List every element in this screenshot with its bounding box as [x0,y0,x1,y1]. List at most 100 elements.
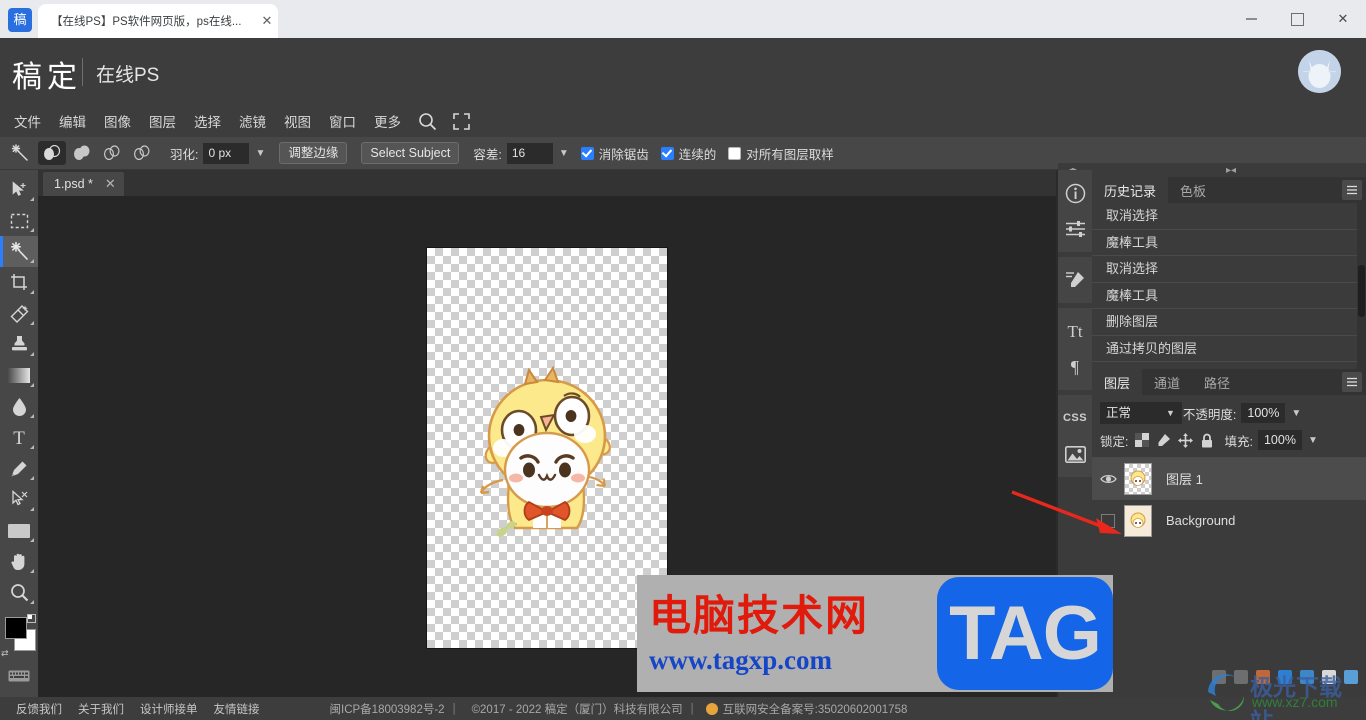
tab-swatches[interactable]: 色板 [1168,177,1218,203]
opacity-label: 不透明度: [1182,407,1237,422]
intersect-selection-button[interactable] [128,141,156,165]
menu-more[interactable]: 更多 [365,107,410,135]
svg-text:T: T [13,428,25,447]
brush-presets-icon[interactable] [1058,262,1092,298]
menu-select[interactable]: 选择 [185,107,230,135]
lock-all-icon[interactable] [1200,433,1214,448]
add-to-selection-button[interactable] [68,141,96,165]
history-list[interactable]: 取消选择 魔棒工具 取消选择 魔棒工具 删除图层 通过拷贝的图层 [1092,203,1366,369]
artboard[interactable] [427,248,667,648]
tolerance-input[interactable] [506,142,553,164]
image-icon[interactable] [1058,436,1092,472]
blur-tool[interactable] [0,391,38,422]
collapse-panels-icon[interactable]: ▸◂ [1226,165,1236,176]
opacity-chevron-icon[interactable]: ▼ [1291,408,1301,419]
lock-position-icon[interactable] [1178,432,1194,448]
swap-colors-icon[interactable]: ⇄ [1,648,9,659]
close-icon[interactable]: ✕ [256,13,278,29]
history-item[interactable]: 魔棒工具 [1092,283,1366,309]
footer-link-feedback[interactable]: 反馈我们 [16,701,62,717]
eraser-tool[interactable] [0,298,38,329]
zoom-tool[interactable] [0,577,38,608]
menu-layer[interactable]: 图层 [140,107,185,135]
history-item[interactable]: 删除图层 [1092,309,1366,336]
close-window-button[interactable]: ✕ [1320,0,1366,38]
layers-body: 正常 ▼ 不透明度: 100% ▼ 锁定: 填充: 100% ▼ 图层 1 Ba… [1092,395,1366,697]
magic-wand-tool[interactable] [0,236,38,267]
paragraph-icon[interactable]: ¶ [1058,349,1092,385]
history-scrollbar[interactable] [1357,203,1366,369]
panel-menu-icon[interactable] [1342,180,1362,200]
search-icon[interactable] [410,110,445,133]
tab-layers[interactable]: 图层 [1092,369,1143,395]
chevron-down-icon[interactable]: ▼ [255,148,265,159]
fill-value[interactable]: 100% [1257,430,1302,450]
layer-visibility-toggle[interactable] [1092,473,1124,485]
shape-tool[interactable] [0,515,38,546]
layer-row[interactable]: Background [1092,499,1366,541]
default-colors-icon[interactable] [27,614,36,623]
tab-paths[interactable]: 路径 [1192,369,1242,395]
fullscreen-icon[interactable] [445,111,478,132]
history-panel-tabs: 历史记录 色板 [1092,177,1366,203]
antialias-checkbox[interactable]: 消除锯齿 [580,144,649,163]
menu-view[interactable]: 视图 [275,107,320,135]
feather-input[interactable] [203,142,250,164]
panel-collapse-bar[interactable]: ◂▸ ▸◂ [1058,163,1366,177]
marquee-tool[interactable] [0,205,38,236]
footer-link-designer[interactable]: 设计师接单 [140,701,198,717]
fill-chevron-icon[interactable]: ▼ [1308,435,1318,446]
menu-image[interactable]: 图像 [95,107,140,135]
footer-link-partners[interactable]: 友情链接 [214,701,260,717]
footer-icp[interactable]: 闽ICP备18003982号-2 [330,701,445,717]
rail-group-misc: CSS [1058,395,1092,477]
history-item[interactable]: 魔棒工具 [1092,230,1366,256]
character-icon[interactable]: Tt [1058,313,1092,349]
history-item[interactable]: 取消选择 [1092,256,1366,283]
history-item[interactable]: 取消选择 [1092,203,1366,230]
footer-police-record[interactable]: 互联网安全备案号:35020602001758 [723,701,908,717]
contiguous-checkbox[interactable]: 连续的 [660,144,716,163]
move-tool[interactable] [0,174,38,205]
document-tab[interactable]: 1.psd * ✕ [43,172,124,196]
tab-channels[interactable]: 通道 [1142,369,1192,395]
tool-corner [30,321,34,325]
maximize-button[interactable] [1274,0,1320,38]
new-selection-button[interactable] [38,141,66,165]
gradient-tool[interactable] [0,360,38,391]
menu-window[interactable]: 窗口 [320,107,365,135]
css-icon[interactable]: CSS [1058,400,1092,436]
type-tool[interactable]: T [0,422,38,453]
lock-transparency-icon[interactable] [1135,433,1150,447]
panel-menu-icon[interactable] [1342,372,1362,392]
refine-edge-button[interactable]: 调整边缘 [279,142,348,164]
menu-edit[interactable]: 编辑 [50,107,95,135]
crop-tool[interactable] [0,267,38,298]
chevron-down-icon-tolerance[interactable]: ▼ [559,148,569,159]
avatar[interactable] [1298,50,1341,93]
menu-filter[interactable]: 滤镜 [230,107,275,135]
close-icon[interactable]: ✕ [105,176,116,192]
scrollbar-thumb[interactable] [1358,265,1365,317]
pen-tool[interactable] [0,453,38,484]
browser-tab[interactable]: 【在线PS】PS软件网页版，ps在线... ✕ [38,4,278,38]
stamp-tool[interactable] [0,329,38,360]
select-subject-button[interactable]: Select Subject [361,142,460,164]
history-item[interactable]: 通过拷贝的图层 [1092,336,1366,362]
sample-all-layers-checkbox[interactable]: 对所有图层取样 [728,144,834,163]
layer-row[interactable]: 图层 1 [1092,457,1366,499]
adjustments-icon[interactable] [1058,211,1092,247]
lock-pixels-icon[interactable] [1156,433,1171,447]
blend-mode-select[interactable]: 正常 [1100,402,1182,424]
minimize-button[interactable] [1228,0,1274,38]
keyboard-icon[interactable] [0,660,38,691]
footer-link-about[interactable]: 关于我们 [78,701,124,717]
opacity-value[interactable]: 100% [1241,403,1286,423]
hand-tool[interactable] [0,546,38,577]
info-icon[interactable] [1058,175,1092,211]
tab-history[interactable]: 历史记录 [1092,177,1169,203]
menu-file[interactable]: 文件 [5,107,50,135]
foreground-color-swatch[interactable] [5,617,27,639]
path-select-tool[interactable] [0,484,38,515]
subtract-from-selection-button[interactable] [98,141,126,165]
